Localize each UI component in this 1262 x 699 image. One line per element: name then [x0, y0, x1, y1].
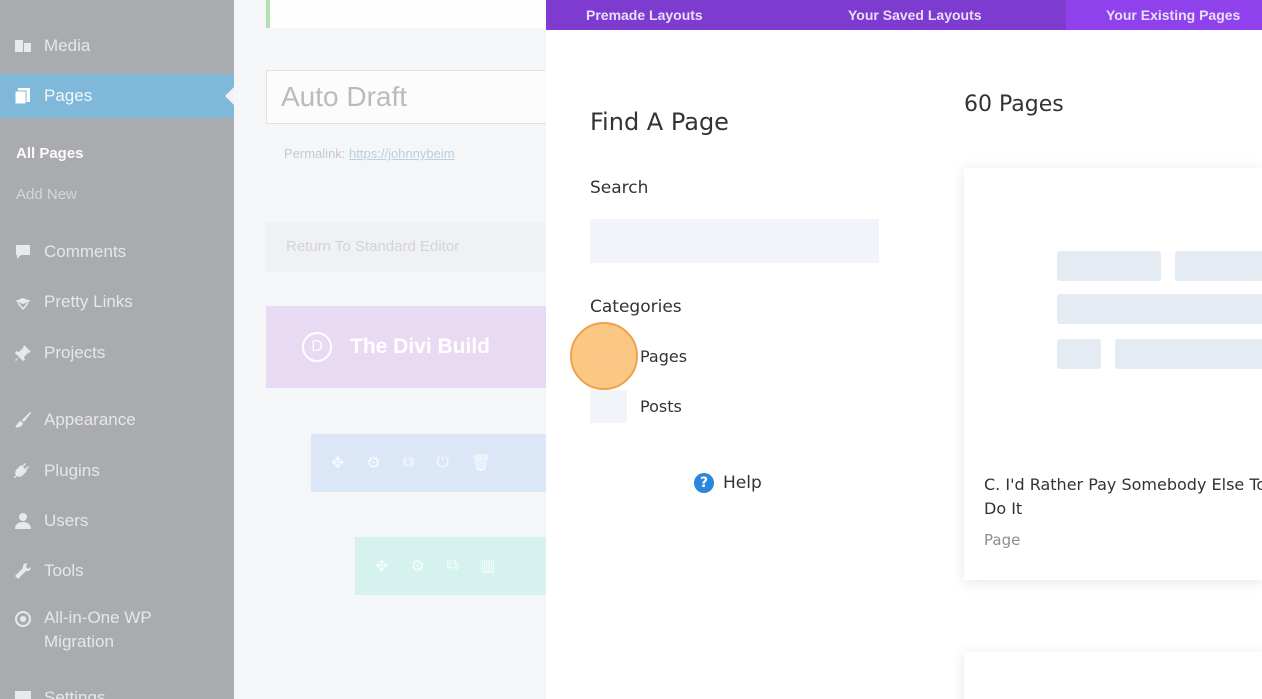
row-toolbar[interactable]: ✥ ⚙ ⧉ ▥ [355, 537, 575, 595]
sidebar-item-label: Media [44, 36, 91, 55]
divi-builder-title: The Divi Build [350, 335, 491, 358]
layout-placeholder-block [1057, 339, 1101, 369]
sidebar-item-label: Tools [44, 561, 84, 580]
find-a-page-heading: Find A Page [590, 108, 729, 136]
permalink-link[interactable]: https://johnnybeim [349, 146, 455, 161]
power-icon[interactable]: ⏻ [436, 454, 449, 472]
duplicate-icon[interactable]: ⧉ [447, 557, 458, 575]
layout-placeholder-block [1057, 294, 1262, 324]
divi-logo-icon: D [302, 332, 332, 362]
move-icon[interactable]: ✥ [331, 453, 344, 473]
sidebar-item-label: Pages [44, 86, 93, 105]
sidebar-item-label: Pretty Links [44, 292, 133, 311]
sidebar-item-all-in-one-wp-migration[interactable]: All-in-One WP Migration [0, 606, 234, 662]
pages-icon [14, 87, 32, 105]
tab-your-existing-pages[interactable]: Your Existing Pages [1066, 0, 1262, 30]
users-icon [14, 512, 32, 530]
load-layout-modal: Premade Layouts Your Saved Layouts Your … [546, 0, 1262, 699]
help-link[interactable]: ? Help [694, 473, 762, 493]
sidebar-item-label: Plugins [44, 461, 100, 480]
categories-label: Categories [590, 297, 682, 317]
search-label: Search [590, 178, 649, 198]
section-toolbar[interactable]: ✥ ⚙ ⧉ ⏻ 🗑 [311, 434, 571, 492]
category-posts[interactable]: Posts [590, 390, 682, 423]
sidebar-item-pretty-links[interactable]: Pretty Links [0, 280, 234, 324]
modal-tabs: Premade Layouts Your Saved Layouts Your … [546, 0, 1262, 30]
sidebar-item-label: Users [44, 511, 89, 530]
layout-placeholder-block [1175, 251, 1262, 281]
sidebar-item-plugins[interactable]: Plugins [0, 449, 234, 493]
sidebar-item-comments[interactable]: Comments [0, 230, 234, 274]
page-card-title: C. I'd Rather Pay Somebody Else To Do It [984, 475, 1262, 518]
sidebar-item-label: All-in-One WP Migration [44, 606, 152, 654]
trash-icon[interactable]: 🗑 [471, 453, 491, 473]
screen: Media Pages All Pages Add New Comments P… [0, 0, 1262, 699]
projects-icon [14, 344, 32, 362]
page-editor: Auto Draft Permalink: https://johnnybeim… [234, 0, 596, 699]
sidebar-item-label-line1: All-in-One WP [44, 608, 152, 627]
help-label: Help [723, 473, 762, 493]
pages-count: 60 Pages [964, 92, 1064, 117]
sidebar-item-label: Comments [44, 242, 127, 261]
migration-icon [14, 610, 32, 628]
permalink: Permalink: https://johnnybeim [284, 146, 455, 161]
comments-icon [14, 243, 32, 261]
appearance-icon [14, 411, 32, 429]
category-posts-checkbox[interactable] [590, 390, 627, 423]
category-pages-label: Pages [640, 347, 688, 366]
sidebar-item-label: Settings [44, 688, 106, 699]
category-posts-label: Posts [640, 397, 682, 416]
sidebar-item-tools[interactable]: Tools [0, 549, 234, 593]
page-card[interactable] [964, 652, 1262, 699]
search-input[interactable] [590, 219, 879, 263]
sidebar-subitem-all-pages[interactable]: All Pages [16, 145, 84, 162]
sidebar-subitem-add-new[interactable]: Add New [16, 186, 77, 203]
sidebar-item-projects[interactable]: Projects [0, 331, 234, 375]
sidebar-item-settings[interactable]: Settings [0, 676, 234, 699]
media-icon [14, 37, 32, 55]
layout-placeholder-block [1115, 339, 1262, 369]
page-card[interactable]: C. I'd Rather Pay Somebody Else To Do It… [964, 168, 1262, 580]
sidebar-item-media[interactable]: Media [0, 24, 234, 68]
gear-icon[interactable]: ⚙ [410, 556, 424, 576]
page-card-type: Page [984, 531, 1021, 549]
sidebar-item-label: Projects [44, 343, 106, 362]
tab-your-saved-layouts[interactable]: Your Saved Layouts [808, 0, 1066, 30]
move-icon[interactable]: ✥ [375, 556, 388, 576]
click-indicator [570, 322, 638, 390]
sidebar-item-appearance[interactable]: Appearance [0, 398, 234, 442]
sidebar-item-label: Appearance [44, 410, 136, 429]
plugins-icon [14, 462, 32, 480]
gear-icon[interactable]: ⚙ [366, 453, 380, 473]
settings-icon [14, 689, 32, 699]
question-icon: ? [694, 473, 714, 493]
duplicate-icon[interactable]: ⧉ [403, 454, 414, 472]
sidebar-item-label-line2: Migration [44, 632, 114, 651]
tools-icon [14, 562, 32, 580]
sidebar-item-users[interactable]: Users [0, 499, 234, 543]
columns-icon[interactable]: ▥ [480, 556, 495, 576]
tab-premade-layouts[interactable]: Premade Layouts [546, 0, 808, 30]
admin-sidebar: Media Pages All Pages Add New Comments P… [0, 0, 234, 699]
pretty-links-icon [14, 293, 32, 311]
sidebar-item-pages[interactable]: Pages [0, 74, 234, 118]
layout-placeholder-block [1057, 251, 1161, 281]
permalink-label: Permalink: [284, 146, 346, 161]
